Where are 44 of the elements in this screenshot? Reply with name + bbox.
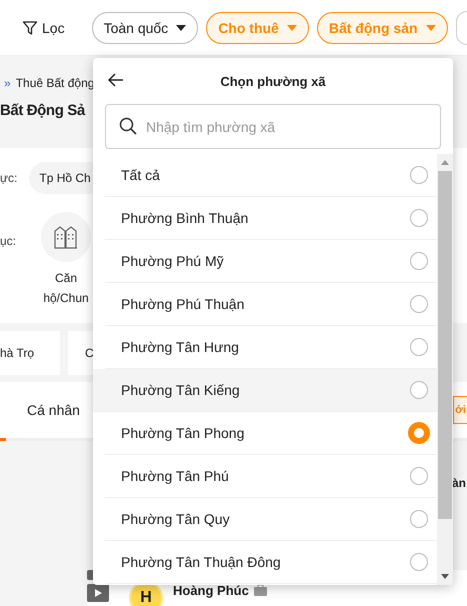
category-card[interactable]: hà Trọ <box>0 331 60 375</box>
caret-icon <box>426 24 436 30</box>
ward-option[interactable]: Phường Tân Thuận Đông <box>105 541 437 584</box>
ward-option[interactable]: Phường Tân Kiếng <box>93 369 437 412</box>
breadcrumb-separator: » <box>4 76 11 90</box>
filter-chip[interactable]: Toàn quốc <box>92 12 198 44</box>
radio-button[interactable] <box>410 553 428 571</box>
page-title: Bất Động Sả <box>0 102 86 119</box>
seller-name[interactable]: Hoàng Phúc <box>173 583 249 598</box>
ward-option[interactable]: Phường Tân Phong <box>105 412 437 455</box>
radio-button[interactable] <box>410 209 428 227</box>
ward-option[interactable]: Phường Phú Thuận <box>105 283 437 326</box>
search-icon <box>119 117 137 135</box>
ward-option[interactable]: Tất cả <box>105 154 437 197</box>
radio-button[interactable] <box>410 166 428 184</box>
scroll-up-arrow-icon[interactable] <box>441 160 449 165</box>
scrollbar[interactable] <box>437 154 453 585</box>
area-label: ực: <box>0 171 18 185</box>
building-icon <box>54 225 78 249</box>
scroll-down-arrow-icon[interactable] <box>441 574 449 579</box>
caret-icon <box>286 24 297 30</box>
radio-button[interactable] <box>410 252 428 270</box>
briefcase-icon <box>254 585 267 596</box>
category-name: Căn hộ/Chun <box>42 270 90 307</box>
radio-button[interactable] <box>408 422 430 444</box>
back-arrow-icon[interactable] <box>108 73 124 87</box>
ward-option[interactable]: Phường Bình Thuận <box>105 197 437 240</box>
filter-button[interactable]: Lọc <box>22 20 65 36</box>
seller-tab[interactable]: Cá nhân <box>0 402 80 418</box>
filter-label: Lọc <box>42 20 65 36</box>
ward-option[interactable]: Phường Phú Mỹ <box>105 240 437 283</box>
dialog-title: Chọn phường xã <box>220 74 326 88</box>
radio-button[interactable] <box>410 338 428 356</box>
listing-title: àn <box>452 476 466 490</box>
radio-button[interactable] <box>410 510 428 528</box>
filter-icon <box>22 20 38 36</box>
radio-button[interactable] <box>410 467 428 485</box>
ward-option[interactable]: Phường Tân Phú <box>105 455 437 498</box>
search-field[interactable]: Nhập tìm phường xã <box>105 104 441 149</box>
radio-button[interactable] <box>410 295 428 313</box>
radio-button[interactable] <box>410 381 428 399</box>
caret-icon <box>176 24 186 30</box>
category-label: ục: <box>0 233 16 250</box>
ward-option[interactable]: Phường Tân Quy <box>105 498 437 541</box>
